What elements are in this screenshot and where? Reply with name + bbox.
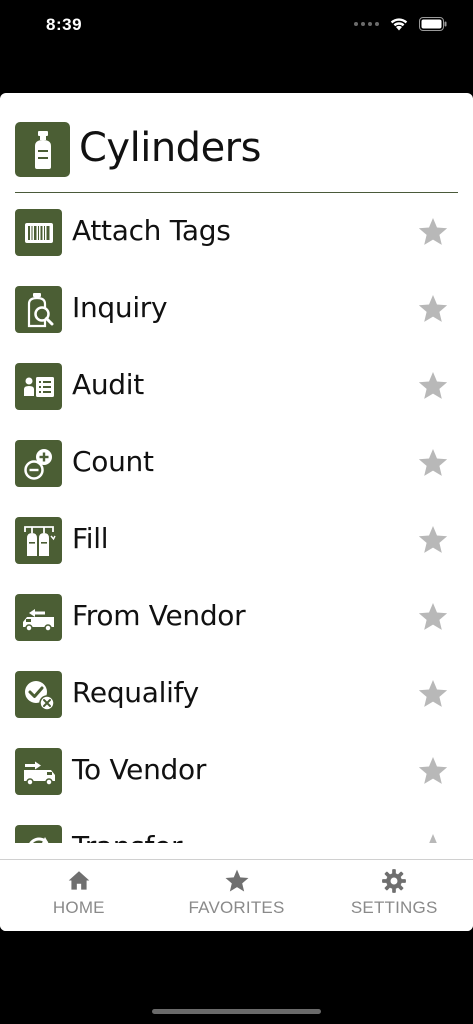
menu-list[interactable]: Attach Tags Inquiry Audit Count Fill Fro…	[0, 194, 473, 843]
tab-home[interactable]: HOME	[0, 860, 158, 931]
tab-label: HOME	[52, 898, 105, 917]
menu-item-label: Attach Tags	[72, 214, 231, 247]
page-header: Cylinders	[15, 121, 458, 193]
star-icon	[225, 869, 248, 892]
bottom-tab-bar: HOME FAVORITES SETTINGS	[0, 859, 473, 931]
requalify-check-icon	[15, 671, 62, 718]
menu-item-label: From Vendor	[72, 599, 246, 632]
menu-item-label: Transfer	[72, 830, 183, 843]
cellular-signal-icon	[354, 21, 379, 26]
audit-checklist-icon	[15, 363, 62, 410]
menu-item-label: Requalify	[72, 676, 199, 709]
transfer-icon	[15, 825, 62, 843]
page-title: Cylinders	[79, 125, 261, 171]
menu-item-requalify[interactable]: Requalify	[0, 656, 473, 733]
cylinder-search-icon	[15, 286, 62, 333]
main-card: Cylinders Attach Tags Inquiry Audit Coun…	[0, 93, 473, 931]
menu-item-transfer[interactable]: Transfer	[0, 810, 473, 843]
menu-item-count[interactable]: Count	[0, 425, 473, 502]
favorite-star-icon[interactable]	[417, 601, 449, 633]
menu-item-attach-tags[interactable]: Attach Tags	[0, 194, 473, 271]
tab-label: FAVORITES	[188, 898, 285, 917]
fill-cylinders-icon	[15, 517, 62, 564]
battery-icon	[419, 16, 447, 31]
favorite-star-icon[interactable]	[417, 832, 449, 843]
wifi-icon	[390, 18, 408, 31]
tab-settings[interactable]: SETTINGS	[315, 860, 473, 931]
favorite-star-icon[interactable]	[417, 678, 449, 710]
menu-item-fill[interactable]: Fill	[0, 502, 473, 579]
menu-item-label: Audit	[72, 368, 144, 401]
menu-item-label: Inquiry	[72, 291, 168, 324]
cylinder-icon	[15, 122, 70, 177]
menu-item-label: Count	[72, 445, 154, 478]
status-bar: 8:39	[0, 0, 473, 50]
favorite-star-icon[interactable]	[417, 370, 449, 402]
favorite-star-icon[interactable]	[417, 447, 449, 479]
menu-item-from-vendor[interactable]: From Vendor	[0, 579, 473, 656]
menu-item-inquiry[interactable]: Inquiry	[0, 271, 473, 348]
home-indicator[interactable]	[152, 1009, 321, 1014]
tab-label: SETTINGS	[350, 898, 438, 917]
menu-item-label: Fill	[72, 522, 109, 555]
truck-incoming-icon	[15, 594, 62, 641]
favorite-star-icon[interactable]	[417, 216, 449, 248]
menu-item-to-vendor[interactable]: To Vendor	[0, 733, 473, 810]
barcode-tag-icon	[15, 209, 62, 256]
status-time: 8:39	[46, 15, 83, 34]
favorite-star-icon[interactable]	[417, 524, 449, 556]
count-plus-minus-icon	[15, 440, 62, 487]
menu-item-audit[interactable]: Audit	[0, 348, 473, 425]
favorite-star-icon[interactable]	[417, 755, 449, 787]
gear-icon	[382, 869, 407, 893]
favorite-star-icon[interactable]	[417, 293, 449, 325]
status-indicators	[354, 16, 447, 31]
home-icon	[68, 871, 90, 890]
menu-item-label: To Vendor	[72, 753, 207, 786]
truck-outgoing-icon	[15, 748, 62, 795]
tab-favorites[interactable]: FAVORITES	[158, 860, 316, 931]
